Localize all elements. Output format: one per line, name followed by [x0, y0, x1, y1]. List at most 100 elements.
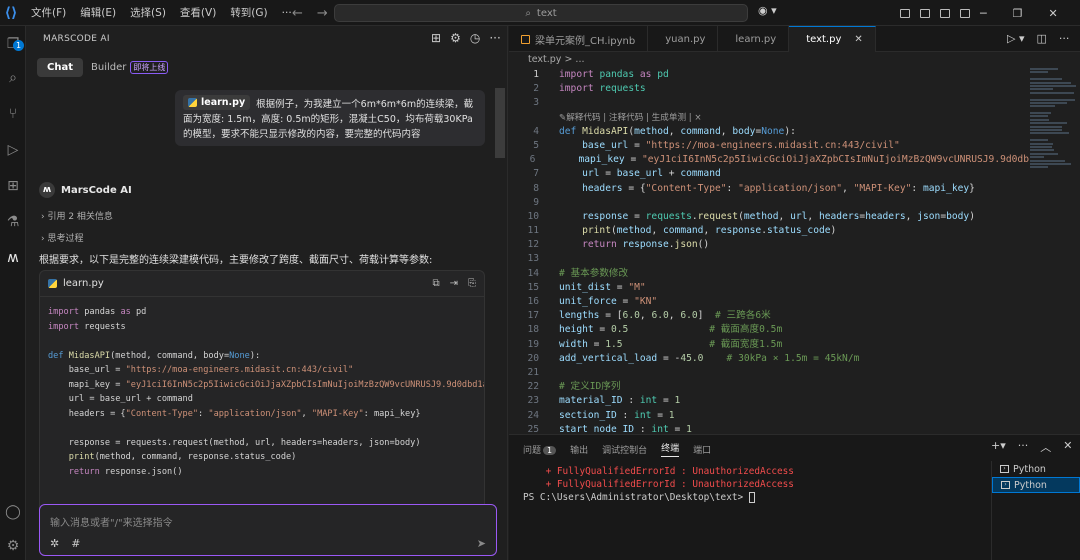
code-line[interactable]: 17 lengths = [6.0, 6.0, 6.0] # 三跨各6米 — [509, 309, 1029, 323]
attached-file-chip[interactable]: learn.py — [183, 95, 251, 110]
close-icon[interactable]: ✕ — [1049, 7, 1058, 20]
search-icon[interactable]: ⌕ — [3, 68, 23, 88]
tab-output[interactable]: 输出 — [570, 443, 588, 456]
code-line[interactable]: 20 add_vertical_load = -45.0 # 30kPa × 1.… — [509, 352, 1029, 366]
tab-text-py[interactable]: text.py ✕ — [789, 26, 876, 52]
copy-icon[interactable]: ⧉ — [432, 278, 439, 289]
code-block-header: learn.py ⧉ ⇥ ⎘ — [40, 271, 484, 297]
menu-go[interactable]: 转到(G) — [223, 0, 274, 26]
menu-view[interactable]: 查看(V) — [173, 0, 223, 26]
thinking-toggle[interactable]: › 思考过程 — [41, 231, 83, 244]
settings-gear-icon[interactable]: ⚙ — [3, 536, 23, 556]
minimap[interactable] — [1030, 68, 1078, 228]
code-line[interactable]: 7 url = base_url + command — [509, 167, 1029, 181]
forward-arrow-icon[interactable]: → — [317, 6, 328, 21]
run-debug-icon[interactable]: ▷ — [3, 140, 23, 160]
run-icon[interactable]: ▷ ▾ — [1007, 32, 1024, 45]
code-line[interactable]: 12 return response.json() — [509, 238, 1029, 252]
tab-learn-py[interactable]: learn.py — [718, 26, 790, 52]
code-line[interactable]: 13 — [509, 252, 1029, 266]
references-text: 引用 2 相关信息 — [47, 212, 113, 222]
split-editor-icon[interactable]: ◫ — [1036, 32, 1046, 45]
code-line[interactable]: 3 — [509, 96, 1029, 110]
tab-terminal[interactable]: 终端 — [661, 441, 680, 457]
code-line[interactable]: 15 unit_dist = "M" — [509, 281, 1029, 295]
history-icon[interactable]: ◷ — [470, 31, 480, 45]
minimap-line — [1030, 101, 1067, 104]
more-icon[interactable]: ··· — [489, 31, 500, 45]
testing-icon[interactable]: ⚗ — [3, 212, 23, 232]
code-line[interactable]: 9 — [509, 196, 1029, 210]
code-line[interactable]: 18 height = 0.5 # 截面高度0.5m — [509, 323, 1029, 337]
insert-code-icon[interactable]: ⇥ — [450, 278, 458, 289]
new-terminal-icon[interactable]: +▾ — [991, 439, 1006, 455]
code-line[interactable]: 22 # 定义ID序列 — [509, 380, 1029, 394]
code-lens[interactable]: ✎解释代码 | 注释代码 | 生成单测 | × — [509, 111, 1029, 125]
code-line[interactable]: 16 unit_force = "KN" — [509, 295, 1029, 309]
menu-file[interactable]: 文件(F) — [24, 0, 73, 26]
more-icon[interactable]: ··· — [1018, 439, 1029, 455]
command-center-search[interactable]: ⌕ text — [334, 4, 748, 22]
minimize-icon[interactable]: ─ — [980, 7, 987, 20]
line-number: 10 — [527, 210, 539, 222]
code-line[interactable]: 24 section_ID : int = 1 — [509, 409, 1029, 423]
terminal-item-selected[interactable]: › Python — [992, 477, 1080, 493]
close-panel-icon[interactable]: ✕ — [1063, 439, 1072, 455]
more-actions-icon[interactable]: ··· — [1059, 32, 1070, 45]
terminal-item[interactable]: › Python — [992, 461, 1080, 477]
chat-scrollbar[interactable] — [495, 88, 505, 158]
extensions-icon[interactable]: ⊞ — [3, 176, 23, 196]
tab-ports[interactable]: 端口 — [693, 443, 711, 456]
toggle-sidebar-icon[interactable] — [920, 8, 930, 18]
settings-icon[interactable]: ⚙ — [450, 31, 461, 45]
code-line[interactable]: 1 import pandas as pd — [509, 68, 1029, 82]
panel-title: MARSCODE AI — [43, 34, 110, 44]
restore-icon[interactable]: ❐ — [1013, 7, 1023, 20]
toggle-panel-icon[interactable] — [940, 8, 950, 18]
references-toggle[interactable]: › 引用 2 相关信息 — [41, 209, 113, 222]
tab-yuan-py[interactable]: yuan.py — [648, 26, 719, 52]
menu-selection[interactable]: 选择(S) — [123, 0, 173, 26]
tab-chat[interactable]: Chat — [37, 58, 83, 77]
code-line[interactable]: 6 mapi_key = "eyJ1ciI6InN5c2p5IiwicGciOi… — [509, 153, 1029, 167]
close-tab-icon[interactable]: ✕ — [854, 34, 862, 45]
code-line[interactable]: 8 headers = {"Content-Type": "applicatio… — [509, 182, 1029, 196]
menu-edit[interactable]: 编辑(E) — [73, 0, 123, 26]
code-block: learn.py ⧉ ⇥ ⎘ import pandas as pd impor… — [39, 270, 485, 518]
new-chat-icon[interactable]: ⊞ — [431, 31, 441, 45]
code-line[interactable]: 14 # 基本参数修改 — [509, 267, 1029, 281]
line-content: response = requests.request(method, url,… — [582, 210, 975, 222]
code-line[interactable]: 21 — [509, 366, 1029, 380]
toggle-secondary-sidebar-icon[interactable] — [960, 8, 970, 18]
code-line[interactable]: 25 start_node_ID : int = 1 — [509, 423, 1029, 434]
tab-problems[interactable]: 问题 1 — [523, 443, 557, 456]
back-arrow-icon[interactable]: ← — [292, 6, 303, 21]
layout-customize-icon[interactable] — [900, 8, 910, 18]
minimap-line — [1030, 125, 1063, 128]
tab-debug-console[interactable]: 调试控制台 — [602, 443, 647, 456]
account-icon[interactable]: ◯ — [3, 502, 23, 522]
maximize-panel-icon[interactable]: ︿ — [1040, 439, 1051, 455]
sparkle-icon[interactable]: ✲ — [50, 537, 59, 550]
code-line[interactable]: 4 def MidasAPI(method, command, body=None… — [509, 125, 1029, 139]
copilot-icon[interactable]: ◉ ▾ — [758, 4, 777, 17]
code-line[interactable]: 10 response = requests.request(method, u… — [509, 210, 1029, 224]
tab-notebook[interactable]: 梁单元案例_CH.ipynb — [509, 26, 649, 52]
source-control-icon[interactable]: ⑂ — [3, 104, 23, 124]
code-line[interactable]: 11 print(method, command, response.statu… — [509, 224, 1029, 238]
line-content: headers = {"Content-Type": "application/… — [582, 182, 975, 194]
line-content: add_vertical_load = -45.0 # 30kPa × 1.5m… — [559, 352, 860, 364]
marscode-icon[interactable]: ʍ — [3, 248, 23, 268]
tab-builder[interactable]: Builder — [91, 62, 126, 73]
apply-code-icon[interactable]: ⎘ — [468, 278, 476, 289]
code-line[interactable]: 5 base_url = "https://moa-engineers.mida… — [509, 139, 1029, 153]
breadcrumb-text[interactable]: text.py > ... — [528, 54, 584, 65]
terminal-output[interactable]: + FullyQualifiedErrorId : UnauthorizedAc… — [523, 465, 989, 504]
code-line[interactable]: 2 import requests — [509, 82, 1029, 96]
code-line[interactable]: 19 width = 1.5 # 截面宽度1.5m — [509, 338, 1029, 352]
code-line[interactable]: 23 material_ID : int = 1 — [509, 394, 1029, 408]
code-editor[interactable]: 1 import pandas as pd 2 import requests 3 ✎解释… — [509, 68, 1029, 434]
hash-icon[interactable]: # — [71, 537, 80, 550]
send-icon[interactable]: ➤ — [477, 537, 486, 550]
chat-input[interactable]: 输入消息或者"/"来选择指令 ✲ # ➤ — [39, 504, 497, 556]
